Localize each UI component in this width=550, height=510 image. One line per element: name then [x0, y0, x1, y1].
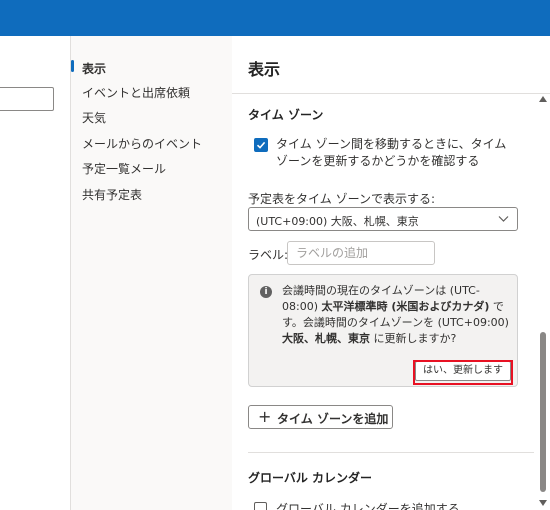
nav-item-events-from-email[interactable]: メールからのイベント — [82, 135, 202, 152]
global-calendar-checkbox[interactable] — [254, 502, 267, 510]
timezone-dropdown[interactable]: (UTC+09:00) 大阪、札幌、東京 — [248, 207, 518, 231]
nav-selected-indicator — [71, 60, 74, 72]
nav-item-shared-calendars[interactable]: 共有予定表 — [82, 186, 142, 203]
app-header-bar — [0, 0, 550, 36]
settings-nav: 表示 イベントと出席依頼 天気 メールからのイベント 予定一覧メール 共有予定表 — [71, 36, 233, 510]
global-calendar-label: グローバル カレンダーを追加する — [276, 502, 460, 510]
info-icon: i — [260, 286, 272, 298]
section-divider — [248, 452, 534, 453]
timezone-update-message: 会議時間の現在のタイムゾーンは (UTC-08:00) 太平洋標準時 (米国およ… — [282, 284, 509, 345]
add-timezone-label: タイム ゾーンを追加 — [277, 412, 389, 426]
plus-icon: + — [258, 407, 272, 426]
timezone-dropdown-value: (UTC+09:00) 大阪、札幌、東京 — [256, 215, 419, 228]
timezone-prompt-checkbox[interactable] — [254, 138, 268, 152]
panel-divider — [232, 93, 550, 94]
nav-item-weather[interactable]: 天気 — [82, 109, 106, 126]
chevron-down-icon — [498, 216, 509, 222]
scroll-up-icon[interactable] — [539, 96, 547, 102]
highlight-box — [413, 360, 513, 385]
display-timezone-label: 予定表をタイム ゾーンで表示する: — [248, 192, 436, 206]
panel-scrollbar[interactable] — [537, 94, 549, 510]
panel-title: 表示 — [248, 60, 281, 79]
global-calendar-heading: グローバル カレンダー — [248, 471, 373, 485]
timezone-heading: タイム ゾーン — [248, 108, 324, 122]
nav-item-display[interactable]: 表示 — [82, 60, 106, 77]
nav-item-agenda-email[interactable]: 予定一覧メール — [82, 160, 166, 177]
timezone-label-input[interactable] — [287, 241, 435, 265]
checkmark-icon — [256, 141, 266, 149]
label-field-label: ラベル: — [248, 248, 289, 262]
scrollbar-thumb[interactable] — [540, 332, 546, 492]
settings-panel: 表示 タイム ゾーン タイム ゾーン間を移動するときに、タイム ゾーンを更新する… — [232, 36, 550, 510]
nav-item-events-invitations[interactable]: イベントと出席依頼 — [82, 84, 190, 101]
add-timezone-button[interactable]: + タイム ゾーンを追加 — [248, 405, 393, 429]
scroll-down-icon[interactable] — [539, 500, 547, 506]
search-input[interactable] — [0, 87, 54, 111]
timezone-prompt-label: タイム ゾーン間を移動するときに、タイム ゾーンを更新するかどうかを確認する — [276, 137, 507, 168]
